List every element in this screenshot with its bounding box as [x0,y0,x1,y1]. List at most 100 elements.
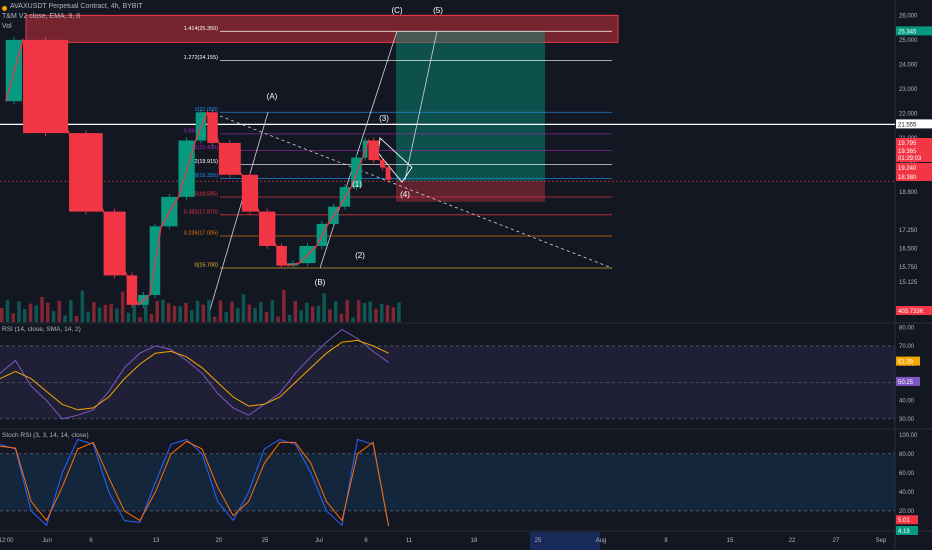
volume-bar [178,306,182,322]
time-axis-tick: Jun [42,538,52,544]
symbol-logo-icon [2,6,7,11]
wave-label: (B) [315,278,326,287]
stoch-badge-text: 5.01 [898,518,910,524]
price-badge-text: 403.733K [898,309,924,315]
time-axis-tick: 20 [216,538,223,544]
rsi-axis-tick: 70.00 [899,344,915,350]
stoch-axis-tick: 20.00 [899,509,915,515]
time-axis-tick: 15 [727,538,734,544]
rsi-axis-tick: 30.00 [899,417,915,423]
volume-bar [0,308,4,322]
volume-bar [305,302,309,322]
fib-level-label: 0.236(17.005) [184,231,218,237]
time-axis-tick: Sep [876,538,887,544]
volume-bar [11,313,16,322]
stoch-axis-tick: 100.00 [899,433,918,439]
stoch-axis-tick: 40.00 [899,490,915,496]
price-axis-tick: 23.000 [899,87,918,93]
volume-bar [322,293,326,322]
wave-label: (3) [379,114,389,123]
wave-label: (4) [400,190,410,199]
price-axis-tick: 25.000 [899,38,918,44]
rsi-title[interactable]: RSI (14, close, SMA, 14, 2) [2,326,81,333]
time-axis-tick: Jul [315,538,323,544]
volume-bar [195,300,200,322]
volume-bar [299,310,303,322]
wave-label: (2) [355,251,365,260]
volume-bar [253,307,257,322]
price-badge-text: 01:29:03 [898,156,922,162]
price-badge-text: 19.240 [898,166,917,172]
time-axis-tick: 13 [153,538,160,544]
volume-bar [345,300,349,322]
volume-bar [276,316,280,322]
volume-bar [120,291,125,322]
volume-bar [374,308,378,322]
volume-bar [155,301,159,322]
price-axis-tick: 17.250 [899,228,918,234]
volume-bar [385,305,390,322]
volume-bar [293,300,298,322]
volume-bar [351,317,355,322]
time-axis-tick: 22 [789,538,796,544]
volume-bar [368,301,372,322]
stop-loss-zone[interactable] [396,181,545,202]
stoch-badge-text: 4.19 [898,529,910,535]
volume-bar [184,302,188,322]
fib-level-label: 1.414(25.350) [184,26,218,32]
time-axis-tick: 25 [262,538,269,544]
time-axis-tick: 25 [535,538,542,544]
volume-bar [97,307,102,322]
price-axis-tick: 24.000 [899,62,918,68]
volume-bar [28,303,33,322]
volume-bar [46,302,50,322]
volume-bar [166,303,171,322]
volume-bar [5,300,10,322]
volume-bar [189,310,194,322]
fib-level-label: 1(22.050) [194,107,218,113]
volume-bar [241,294,246,322]
rsi-axis-tick: 40.00 [899,399,915,405]
volume-bar [34,305,39,322]
volume-label[interactable]: Vol [2,23,12,30]
volume-bar [230,301,234,322]
volume-bar [69,300,73,322]
volume-bar [316,305,321,322]
time-axis-tick: 18 [471,538,478,544]
chart-canvas[interactable]: 1.414(25.350)1.272(24.155)1(22.050)0.886… [0,0,932,550]
volume-bar [333,301,338,322]
time-axis-tick: 12:00 [0,538,14,544]
volume-bar [80,290,85,322]
price-axis-tick: 15.750 [899,265,918,271]
take-profit-zone[interactable] [396,31,545,182]
symbol-title[interactable]: AVAXUSDT Perpetual Contract, 4h, BYBIT [10,3,143,10]
fib-level-label: 0(15.700) [194,263,218,269]
volume-bar [161,299,165,322]
stoch-title[interactable]: Stoch RSI (3, 3, 14, 14, close) [2,432,89,439]
price-axis-tick: 26.000 [899,13,918,19]
fib-level-label: 0.382(17.870) [184,209,218,215]
fib-level-label: 1.272(24.155) [184,55,218,61]
price-badge-text: 18.380 [898,175,917,181]
volume-bar [92,302,96,322]
indicator-label[interactable]: T&M V2 close, EMA, 9, 8 [2,13,80,20]
volume-bar [40,296,44,322]
price-axis-tick: 22.000 [899,111,918,117]
volume-bar [270,300,275,322]
volume-bar [224,312,229,322]
volume-bar [63,315,67,322]
volume-bar [391,307,395,322]
volume-bar [207,300,211,322]
volume-bar [17,301,21,322]
volume-bar [339,313,344,322]
volume-bar [287,314,292,322]
wave-label: (1) [352,180,362,189]
volume-bar [213,316,217,322]
time-axis-tick: Aug [596,538,607,544]
volume-bar [247,304,252,322]
price-axis-tick: 18.800 [899,190,918,196]
stoch-axis-tick: 60.00 [899,471,915,477]
volume-bar [138,317,142,322]
volume-bar [201,304,205,322]
volume-bar [172,305,177,322]
